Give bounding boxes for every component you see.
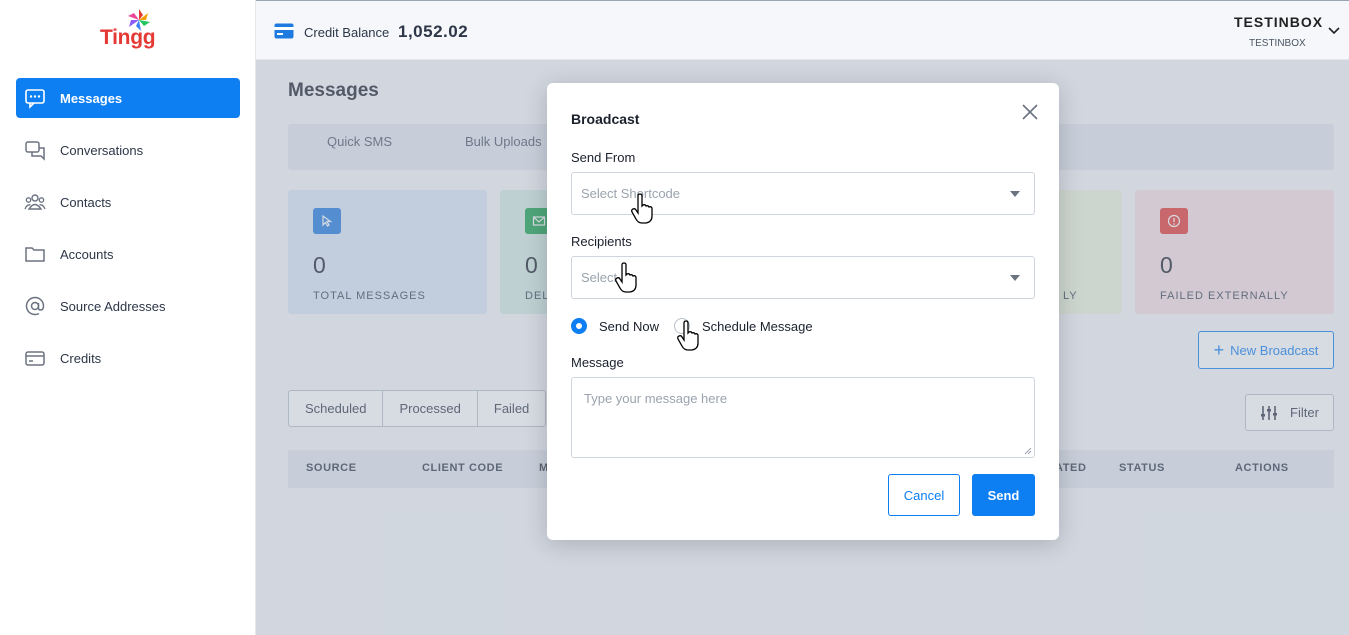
user-name[interactable]: TESTINBOX — [1234, 14, 1323, 30]
schedule-message-label: Schedule Message — [702, 318, 813, 334]
sidebar-item-label: Accounts — [60, 246, 114, 262]
send-button[interactable]: Send — [972, 474, 1035, 516]
send-from-label: Send From — [571, 150, 636, 165]
credit-balance-value: 1,052.02 — [398, 22, 469, 41]
conversations-icon — [24, 139, 46, 161]
radio-unchecked-icon — [674, 318, 690, 334]
message-textarea[interactable]: Type your message here — [571, 377, 1035, 458]
brand-name: Tingg — [100, 26, 156, 49]
broadcast-modal: Broadcast Send From Select Shortcode Rec… — [547, 83, 1059, 540]
caret-down-icon — [1010, 275, 1020, 281]
sidebar-item-label: Credits — [60, 350, 102, 366]
send-from-select[interactable]: Select Shortcode — [571, 172, 1035, 215]
message-label: Message — [571, 355, 624, 370]
sidebar: Tingg Messages Conversations Contacts Ac… — [0, 0, 256, 635]
user-subtitle: TESTINBOX — [1249, 38, 1306, 49]
credit-balance-label: Credit Balance — [304, 25, 390, 40]
credit-card-icon — [24, 347, 46, 369]
sidebar-item-messages[interactable]: Messages — [16, 78, 240, 118]
recipients-select[interactable]: Select — [571, 256, 1035, 299]
tingg-logo[interactable]: Tingg — [96, 8, 160, 52]
sidebar-item-label: Contacts — [60, 194, 112, 210]
send-now-label: Send Now — [599, 318, 659, 334]
sidebar-item-label: Source Addresses — [60, 298, 166, 314]
close-icon[interactable] — [1021, 103, 1039, 121]
caret-down-icon — [1010, 191, 1020, 197]
cancel-button[interactable]: Cancel — [888, 474, 960, 516]
contacts-icon — [24, 191, 46, 213]
sidebar-item-contacts[interactable]: Contacts — [16, 182, 240, 222]
chevron-down-icon[interactable] — [1328, 25, 1340, 35]
at-sign-icon — [24, 295, 46, 317]
top-bar: Credit Balance 1,052.02 TESTINBOX TESTIN… — [256, 0, 1349, 60]
credit-card-icon — [274, 23, 294, 39]
sidebar-item-accounts[interactable]: Accounts — [16, 234, 240, 274]
radio-checked-icon — [571, 318, 587, 334]
recipients-label: Recipients — [571, 234, 632, 249]
resize-handle-icon[interactable] — [1024, 447, 1032, 455]
sidebar-item-credits[interactable]: Credits — [16, 338, 240, 378]
sidebar-item-label: Conversations — [60, 142, 144, 158]
send-from-placeholder: Select Shortcode — [581, 186, 681, 201]
modal-title: Broadcast — [571, 111, 640, 127]
recipients-placeholder: Select — [581, 270, 618, 285]
sidebar-item-conversations[interactable]: Conversations — [16, 130, 240, 170]
chat-bubble-icon — [24, 87, 46, 109]
schedule-message-radio[interactable]: Schedule Message — [674, 318, 813, 334]
send-now-radio[interactable]: Send Now — [571, 318, 659, 334]
message-placeholder: Type your message here — [584, 391, 728, 406]
sidebar-item-source-addresses[interactable]: Source Addresses — [16, 286, 240, 326]
folder-icon — [24, 243, 46, 265]
sidebar-item-label: Messages — [60, 90, 123, 106]
